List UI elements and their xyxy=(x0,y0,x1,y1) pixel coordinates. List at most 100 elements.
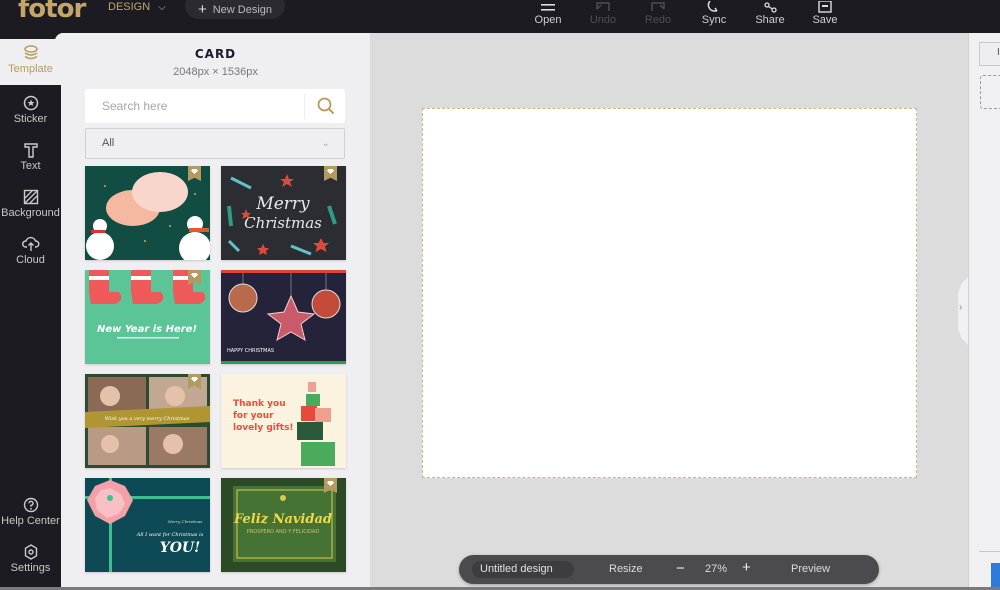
svg-text:lovely gifts!: lovely gifts! xyxy=(233,423,294,433)
sidebar-item-label: Background xyxy=(1,207,60,219)
search-box xyxy=(85,89,345,123)
search-icon[interactable] xyxy=(317,97,335,115)
sidebar-item-label: Settings xyxy=(10,562,51,574)
help-icon xyxy=(0,495,61,515)
redo-button[interactable]: Redo xyxy=(628,0,688,33)
category-filter-select[interactable]: All ⌄ xyxy=(85,128,345,159)
right-panel-drop-zone[interactable] xyxy=(980,75,1000,109)
design-menu-label: DESIGN xyxy=(108,1,151,13)
sidebar-item-cloud[interactable]: Cloud xyxy=(0,230,61,276)
undo-label: Undo xyxy=(589,14,617,26)
sidebar-item-template[interactable]: Template xyxy=(0,39,61,85)
preview-button[interactable]: Preview xyxy=(791,563,830,575)
sidebar-item-label: Sticker xyxy=(13,113,48,125)
search-divider xyxy=(304,93,305,119)
svg-text:New Year is Here!: New Year is Here! xyxy=(97,324,197,335)
svg-text:Merry: Merry xyxy=(255,194,310,214)
undo-button[interactable]: Undo xyxy=(573,0,633,33)
zoom-out-button[interactable]: − xyxy=(676,560,685,577)
sidebar-item-background[interactable]: Background xyxy=(0,183,61,229)
new-design-label: New Design xyxy=(212,3,273,16)
sidebar-item-label: Help Center xyxy=(1,515,60,527)
template-panel: CARD 2048px × 1536px All ⌄ xyxy=(61,33,370,590)
template-card[interactable]: Merry Christmas xyxy=(221,166,346,260)
svg-text:Christmas: Christmas xyxy=(244,214,322,232)
save-icon xyxy=(795,0,855,13)
settings-icon xyxy=(0,542,61,562)
svg-text:Merry Christmas: Merry Christmas xyxy=(167,519,203,524)
right-panel-button[interactable]: I xyxy=(979,42,1000,66)
svg-text:Thank you: Thank you xyxy=(233,399,286,409)
bottom-toolbar: Untitled design Resize − 27% + Preview xyxy=(459,555,879,584)
sidebar: Template Sticker Text Background Cloud H… xyxy=(0,33,61,590)
fotor-logo[interactable]: fotor® xyxy=(18,0,92,24)
right-panel-action-button[interactable] xyxy=(991,563,1000,590)
filter-selected-value: All xyxy=(102,137,115,149)
template-thumbnail-photo-collage: Wish you a very merry Christmas xyxy=(85,374,210,468)
template-card[interactable]: HAPPY CHRISTMAS xyxy=(221,270,346,364)
search-input[interactable] xyxy=(85,89,305,123)
svg-text:PROSPERO ANO Y FELICIDAD: PROSPERO ANO Y FELICIDAD xyxy=(247,529,320,535)
sidebar-item-text[interactable]: Text xyxy=(0,136,61,182)
svg-text:YOU!: YOU! xyxy=(160,540,201,556)
sidebar-item-label: Text xyxy=(20,160,41,172)
template-thumbnail-feliz-navidad: Feliz Navidad PROSPERO ANO Y FELICIDAD xyxy=(221,478,346,572)
sidebar-item-sticker[interactable]: Sticker xyxy=(0,89,61,135)
new-design-button[interactable]: + New Design xyxy=(185,0,285,19)
cloud-upload-icon xyxy=(0,234,61,254)
svg-text:for your: for your xyxy=(233,411,274,421)
right-panel-button-glyph: I xyxy=(997,47,1000,58)
template-thumbnail-happy-christmas: HAPPY CHRISTMAS xyxy=(221,270,346,364)
template-card[interactable]: Merry Christmas All I want for Christmas… xyxy=(85,478,210,572)
sidebar-item-label: Template xyxy=(8,63,53,75)
design-name-input[interactable]: Untitled design xyxy=(472,561,574,578)
save-button[interactable]: Save xyxy=(795,0,855,33)
zoom-in-button[interactable]: + xyxy=(742,559,751,576)
sync-button[interactable]: Sync xyxy=(684,0,744,33)
right-panel: I xyxy=(968,33,1000,590)
zoom-level: 27% xyxy=(705,563,728,575)
active-tab-connector xyxy=(55,33,67,41)
share-icon xyxy=(740,0,800,13)
template-thumbnail-snowmen xyxy=(85,166,210,260)
sticker-icon xyxy=(0,93,61,113)
svg-text:All I want for Christmas is: All I want for Christmas is xyxy=(136,532,204,538)
template-card[interactable]: Thank you for your lovely gifts! xyxy=(221,374,346,468)
sidebar-item-settings[interactable]: Settings xyxy=(0,538,61,584)
design-menu[interactable]: DESIGN ⌵ xyxy=(108,0,166,14)
background-icon xyxy=(0,187,61,207)
text-icon xyxy=(0,140,61,160)
layers-icon xyxy=(0,43,61,63)
redo-label: Redo xyxy=(644,14,672,26)
template-thumbnail-bow: Merry Christmas All I want for Christmas… xyxy=(85,478,210,572)
resize-button[interactable]: Resize xyxy=(609,563,643,575)
sync-icon xyxy=(684,0,744,13)
redo-icon xyxy=(628,0,688,13)
open-label: Open xyxy=(534,14,562,26)
save-label: Save xyxy=(812,14,838,26)
sidebar-item-help-center[interactable]: Help Center xyxy=(0,491,61,537)
chevron-down-icon: ⌵ xyxy=(158,1,166,13)
sync-label: Sync xyxy=(701,14,727,26)
svg-text:Wish you a very merry Christma: Wish you a very merry Christmas xyxy=(105,416,190,422)
template-thumbnail-merry-christmas: Merry Christmas xyxy=(221,166,346,260)
chevron-right-icon: › xyxy=(959,302,963,313)
template-card[interactable] xyxy=(85,166,210,260)
design-artboard[interactable] xyxy=(422,108,917,478)
template-card[interactable]: New Year is Here! xyxy=(85,270,210,364)
chevron-down-icon: ⌄ xyxy=(321,138,330,149)
template-card[interactable]: Wish you a very merry Christmas xyxy=(85,374,210,468)
panel-dimensions: 2048px × 1536px xyxy=(173,66,258,78)
svg-text:HAPPY CHRISTMAS: HAPPY CHRISTMAS xyxy=(227,348,274,354)
svg-text:Feliz Navidad: Feliz Navidad xyxy=(233,512,332,527)
share-button[interactable]: Share xyxy=(740,0,800,33)
panel-title: CARD xyxy=(194,47,237,61)
template-card[interactable]: Feliz Navidad PROSPERO ANO Y FELICIDAD xyxy=(221,478,346,572)
share-label: Share xyxy=(755,14,785,26)
top-bar: fotor® DESIGN ⌵ + New Design Open Undo R… xyxy=(0,0,1000,33)
template-thumbnail-new-year-stockings: New Year is Here! xyxy=(85,270,210,364)
open-button[interactable]: Open xyxy=(518,0,578,33)
logo-text: fotor xyxy=(18,0,86,24)
right-panel-divider xyxy=(979,551,1000,552)
plus-icon: + xyxy=(197,1,207,18)
